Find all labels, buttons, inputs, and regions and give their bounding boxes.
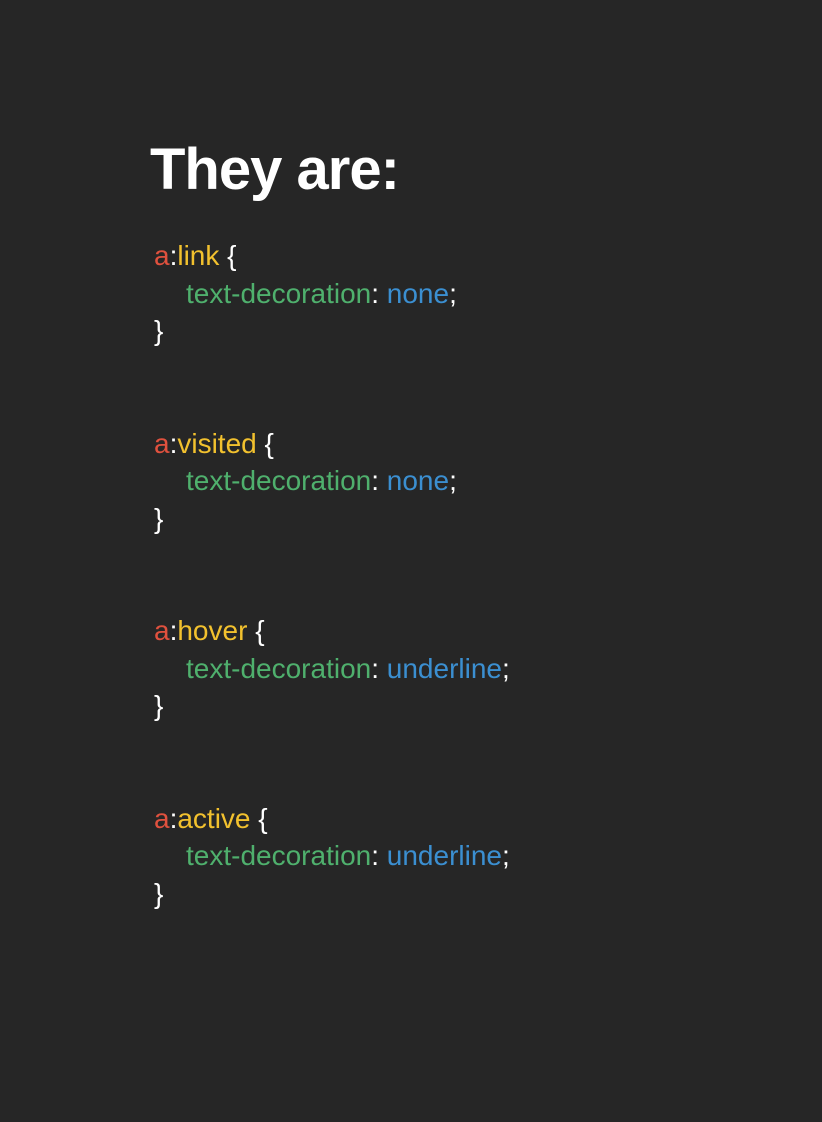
open-brace: {: [258, 802, 268, 834]
rule-close-line: }: [154, 687, 790, 725]
close-brace: }: [154, 502, 164, 534]
declaration-line: text-decoration: underline;: [154, 650, 790, 688]
rule-selector-line: a:link {: [154, 237, 790, 275]
declaration-colon: :: [371, 840, 379, 871]
declaration-value: none: [386, 277, 450, 309]
open-brace: {: [227, 240, 237, 271]
selector-pseudo-class: active: [177, 802, 251, 834]
declaration-semicolon: ;: [501, 840, 510, 871]
declaration-line: text-decoration: none;: [154, 275, 790, 313]
selector-pseudo-class: visited: [177, 427, 257, 459]
css-rule-hover: a:hover { text-decoration: underline; }: [154, 612, 790, 725]
selector-pseudo-class: link: [177, 240, 220, 271]
close-brace: }: [154, 315, 164, 346]
declaration-colon: :: [371, 277, 379, 309]
close-brace: }: [154, 690, 164, 721]
declaration-property: text-decoration: [186, 652, 372, 684]
page-title: They are:: [150, 137, 400, 202]
declaration-line: text-decoration: underline;: [154, 837, 790, 875]
css-rule-active: a:active { text-decoration: underline; }: [154, 800, 790, 913]
css-rule-visited: a:visited { text-decoration: none; }: [154, 425, 790, 538]
declaration-colon: :: [371, 652, 379, 684]
selector-element: a: [154, 427, 170, 459]
selector-pseudo-class: hover: [177, 615, 248, 646]
rule-close-line: }: [154, 500, 790, 538]
css-rule-link: a:link { text-decoration: none; }: [154, 237, 790, 350]
selector-element: a: [154, 240, 170, 271]
declaration-value: none: [386, 465, 450, 496]
declaration-property: text-decoration: [186, 277, 372, 309]
declaration-value: underline: [386, 840, 502, 871]
css-code-block: a:link { text-decoration: none; } a:visi…: [154, 237, 790, 912]
declaration-property: text-decoration: [186, 840, 372, 871]
close-brace: }: [154, 877, 164, 909]
slide-content: They are: a:link { text-decoration: none…: [150, 138, 790, 987]
declaration-semicolon: ;: [449, 465, 457, 496]
declaration-semicolon: ;: [501, 652, 510, 684]
declaration-value: underline: [386, 652, 502, 684]
declaration-line: text-decoration: none;: [154, 462, 790, 500]
rule-close-line: }: [154, 312, 790, 350]
declaration-property: text-decoration: [186, 465, 372, 496]
rule-selector-line: a:visited {: [154, 425, 790, 463]
rule-selector-line: a:hover {: [154, 612, 790, 650]
open-brace: {: [255, 615, 265, 646]
declaration-semicolon: ;: [449, 277, 457, 309]
rule-selector-line: a:active {: [154, 800, 790, 838]
open-brace: {: [264, 427, 274, 459]
selector-element: a: [154, 615, 170, 646]
declaration-colon: :: [371, 465, 379, 496]
selector-element: a: [154, 802, 170, 834]
rule-close-line: }: [154, 875, 790, 913]
